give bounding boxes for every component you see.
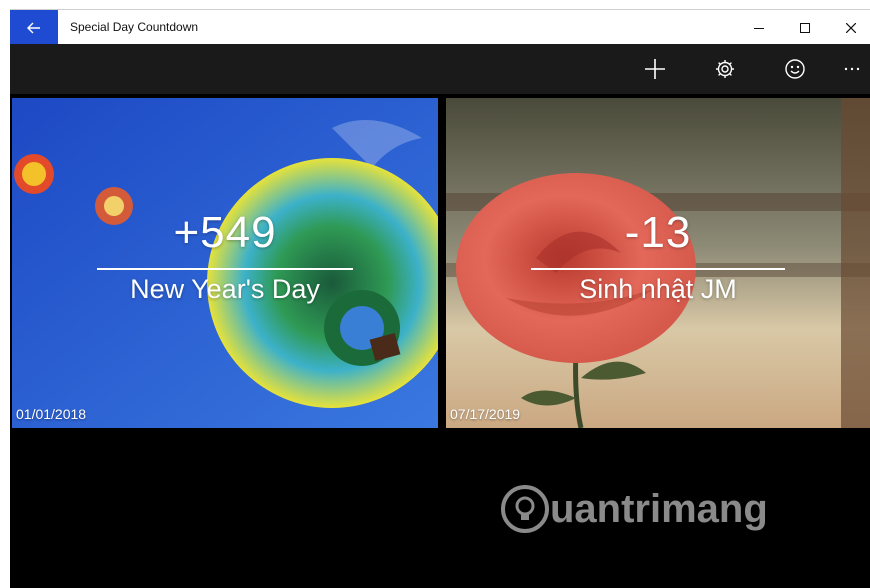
divider-line	[531, 268, 785, 270]
close-button[interactable]	[828, 10, 870, 45]
lightbulb-logo-icon	[501, 485, 549, 533]
event-name: Sinh nhật JM	[579, 274, 737, 304]
watermark: uantrimang	[500, 484, 768, 534]
back-button[interactable]	[10, 10, 58, 45]
event-date: 01/01/2018	[16, 406, 87, 422]
days-count: -13	[624, 208, 692, 257]
minimize-button[interactable]	[736, 10, 782, 45]
settings-button[interactable]	[701, 44, 749, 94]
event-tile[interactable]: -13 Sinh nhật JM 07/17/2019	[446, 98, 870, 428]
add-icon	[645, 59, 665, 79]
more-icon	[844, 67, 860, 71]
hot-air-balloon-image	[12, 98, 438, 428]
title-bar: Special Day Countdown	[10, 9, 870, 45]
settings-icon	[716, 60, 734, 78]
minimize-icon	[754, 27, 764, 29]
maximize-button[interactable]	[782, 10, 828, 45]
maximize-icon	[800, 22, 810, 33]
add-event-button[interactable]	[631, 44, 679, 94]
content-area: +549 New Year's Day 01/01/2018 -13 Sinh …	[10, 94, 870, 588]
command-bar	[10, 44, 870, 94]
more-button[interactable]	[834, 44, 870, 94]
days-count: +549	[173, 208, 277, 257]
arrow-left-icon	[27, 22, 40, 33]
divider-line	[97, 268, 353, 270]
event-name: New Year's Day	[130, 274, 320, 304]
feedback-button[interactable]	[771, 44, 819, 94]
rose-image	[446, 98, 870, 428]
close-icon	[846, 22, 856, 33]
event-date: 07/17/2019	[450, 406, 521, 422]
event-tile[interactable]: +549 New Year's Day 01/01/2018	[12, 98, 438, 428]
app-title: Special Day Countdown	[70, 20, 199, 34]
smiley-icon	[785, 59, 805, 79]
watermark-text: uantrimang	[550, 486, 768, 531]
